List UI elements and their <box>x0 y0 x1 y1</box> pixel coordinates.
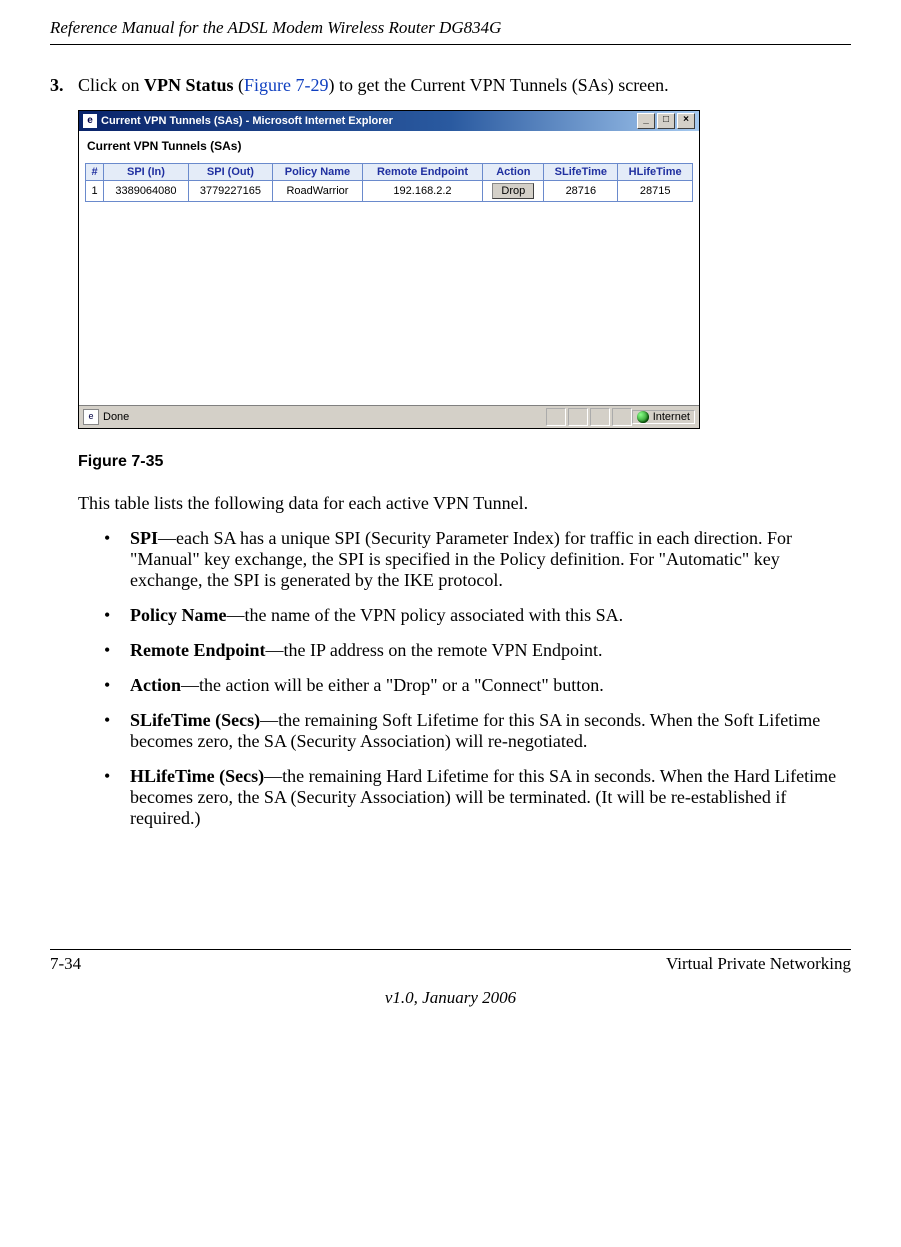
version-line: v1.0, January 2006 <box>50 988 851 1008</box>
col-policy: Policy Name <box>273 164 363 181</box>
step-pre: Click on <box>78 75 144 95</box>
page-footer: 7-34 Virtual Private Networking <box>50 954 851 974</box>
cell-policy: RoadWarrior <box>273 181 363 202</box>
panel-title: Current VPN Tunnels (SAs) <box>85 139 693 153</box>
col-action: Action <box>483 164 544 181</box>
cell-slife: 28716 <box>544 181 618 202</box>
term-policy: Policy Name <box>130 605 226 625</box>
def-remote: —the IP address on the remote VPN Endpoi… <box>266 640 603 660</box>
header-rule <box>50 44 851 45</box>
col-slife: SLifeTime <box>544 164 618 181</box>
page-number: 7-34 <box>50 954 110 974</box>
cell-spi-in: 3389064080 <box>104 181 188 202</box>
col-remote: Remote Endpoint <box>362 164 482 181</box>
browser-viewport: Current VPN Tunnels (SAs) # SPI (In) SPI… <box>79 131 699 405</box>
list-item: HLifeTime (Secs)—the remaining Hard Life… <box>104 766 851 829</box>
window-titlebar: e Current VPN Tunnels (SAs) - Microsoft … <box>79 111 699 131</box>
status-zone-text: Internet <box>653 411 690 423</box>
step-3: 3. Click on VPN Status (Figure 7-29) to … <box>50 75 851 96</box>
cell-spi-out: 3779227165 <box>188 181 272 202</box>
status-cell <box>612 408 632 426</box>
vpn-tunnels-screenshot: e Current VPN Tunnels (SAs) - Microsoft … <box>78 110 700 429</box>
status-cell <box>590 408 610 426</box>
section-title: Virtual Private Networking <box>110 954 851 974</box>
col-num: # <box>86 164 104 181</box>
col-spi-in: SPI (In) <box>104 164 188 181</box>
col-spi-out: SPI (Out) <box>188 164 272 181</box>
step-text: Click on VPN Status (Figure 7-29) to get… <box>78 75 851 96</box>
cell-num: 1 <box>86 181 104 202</box>
cell-hlife: 28715 <box>618 181 693 202</box>
def-spi: —each SA has a unique SPI (Security Para… <box>130 528 792 590</box>
step-number: 3. <box>50 75 78 96</box>
status-bar: e Done Internet <box>79 405 699 428</box>
figure-link[interactable]: Figure 7-29 <box>244 75 329 95</box>
ie-icon: e <box>83 114 97 128</box>
internet-zone-icon <box>637 411 649 423</box>
term-hlife: HLifeTime (Secs) <box>130 766 264 786</box>
cell-remote: 192.168.2.2 <box>362 181 482 202</box>
status-done: Done <box>103 411 546 423</box>
col-hlife: HLifeTime <box>618 164 693 181</box>
list-item: Policy Name—the name of the VPN policy a… <box>104 605 851 626</box>
definitions-list: SPI—each SA has a unique SPI (Security P… <box>104 528 851 829</box>
list-item: SPI—each SA has a unique SPI (Security P… <box>104 528 851 591</box>
minimize-button[interactable]: _ <box>637 113 655 129</box>
term-slife: SLifeTime (Secs) <box>130 710 260 730</box>
ie-status-icon: e <box>83 409 99 425</box>
vpn-tunnels-table: # SPI (In) SPI (Out) Policy Name Remote … <box>85 163 693 202</box>
status-zone: Internet <box>632 410 695 424</box>
table-header-row: # SPI (In) SPI (Out) Policy Name Remote … <box>86 164 693 181</box>
term-action: Action <box>130 675 181 695</box>
maximize-button[interactable]: □ <box>657 113 675 129</box>
footer-rule <box>50 949 851 950</box>
step-bold: VPN Status <box>144 75 234 95</box>
status-cell <box>568 408 588 426</box>
status-cell <box>546 408 566 426</box>
window-title: Current VPN Tunnels (SAs) - Microsoft In… <box>101 115 637 127</box>
list-item: Remote Endpoint—the IP address on the re… <box>104 640 851 661</box>
running-header: Reference Manual for the ADSL Modem Wire… <box>50 18 851 38</box>
term-spi: SPI <box>130 528 158 548</box>
def-policy: —the name of the VPN policy associated w… <box>226 605 623 625</box>
close-button[interactable]: × <box>677 113 695 129</box>
list-item: SLifeTime (Secs)—the remaining Soft Life… <box>104 710 851 752</box>
drop-button[interactable]: Drop <box>492 183 534 199</box>
intro-paragraph: This table lists the following data for … <box>78 493 851 514</box>
term-remote: Remote Endpoint <box>130 640 266 660</box>
def-action: —the action will be either a "Drop" or a… <box>181 675 604 695</box>
figure-caption: Figure 7-35 <box>78 453 851 471</box>
step-close: ) to get the Current VPN Tunnels (SAs) s… <box>329 75 669 95</box>
step-open: ( <box>234 75 245 95</box>
table-row: 1 3389064080 3779227165 RoadWarrior 192.… <box>86 181 693 202</box>
cell-action: Drop <box>483 181 544 202</box>
list-item: Action—the action will be either a "Drop… <box>104 675 851 696</box>
